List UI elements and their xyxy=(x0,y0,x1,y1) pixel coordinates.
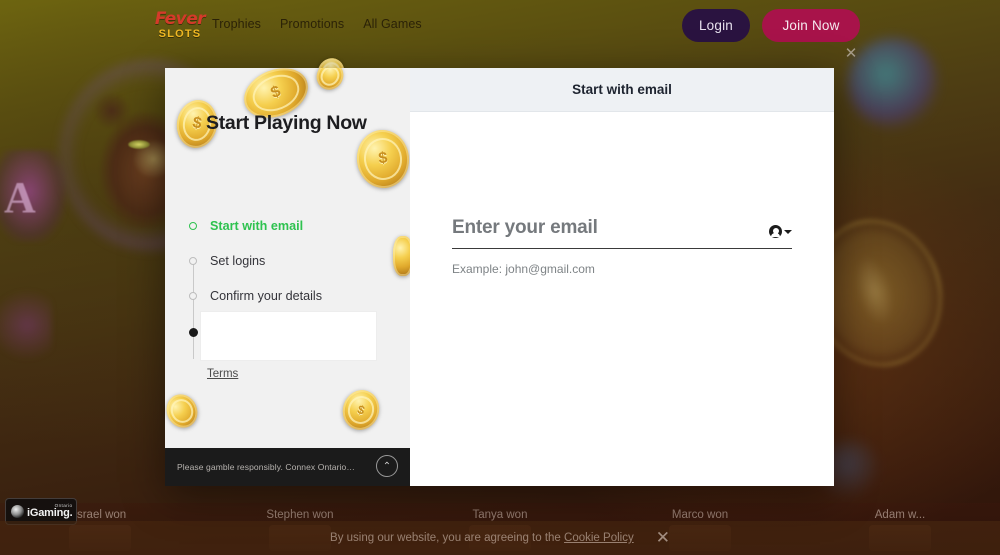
form-body: Example: john@gmail.com xyxy=(410,112,834,486)
stepper-step-set-logins[interactable]: Set logins xyxy=(189,243,410,278)
stepper-step-label: Start with email xyxy=(210,218,304,233)
winner-name: Israel won xyxy=(73,509,127,521)
page-root: A $ $ $ $ Fever SLOTS Trophies Promotion… xyxy=(0,0,1000,555)
registration-modal: $ $ $ $ Start Playing Now Start with ema… xyxy=(165,68,834,486)
igaming-logo-icon xyxy=(11,505,24,518)
wolf-eye-highlight xyxy=(128,140,150,149)
page-title: Start Playing Now xyxy=(206,112,367,134)
logo-word-fever: Fever xyxy=(154,8,206,29)
form-header: Start with email xyxy=(410,68,834,112)
login-button[interactable]: Login xyxy=(682,9,750,42)
nav-item-trophies[interactable]: Trophies xyxy=(212,17,261,31)
nav-item-all-games[interactable]: All Games xyxy=(363,17,422,31)
email-field[interactable] xyxy=(452,217,769,239)
terms-link[interactable]: Terms xyxy=(207,368,238,380)
winner-name: Marco won xyxy=(671,509,729,521)
cookie-policy-link[interactable]: Cookie Policy xyxy=(564,532,634,544)
modal-promo-panel: $ $ $ $ Start Playing Now Start with ema… xyxy=(165,68,410,486)
winner-name: Adam w... xyxy=(874,509,926,521)
step-dot-icon xyxy=(189,328,198,338)
stepper-step-label: Set logins xyxy=(210,253,266,268)
stepper-step-label: Confirm your details xyxy=(210,288,322,303)
scroll-to-top-icon[interactable]: ⌃ xyxy=(376,455,398,477)
promo-offer-card xyxy=(200,311,377,361)
form-header-title: Start with email xyxy=(572,82,672,97)
cookie-close-icon[interactable]: ✕ xyxy=(656,529,670,547)
email-example-hint: Example: john@gmail.com xyxy=(452,262,595,276)
winner-name: Tanya won xyxy=(472,509,528,521)
close-icon[interactable]: ✕ xyxy=(842,44,860,62)
modal-form-panel: Start with email Example: john@gmail.com xyxy=(410,68,834,486)
responsible-gaming-note: Please gamble responsibly. Connex Ontari… xyxy=(177,462,357,472)
nav-item-promotions[interactable]: Promotions xyxy=(280,17,344,31)
site-header: Fever SLOTS Trophies Promotions All Game… xyxy=(0,0,1000,50)
slot-symbol-letter: A xyxy=(4,173,36,222)
header-actions: Login Join Now xyxy=(682,9,860,42)
responsible-gaming-footer: Please gamble responsibly. Connex Ontari… xyxy=(165,448,410,486)
cookie-text-before: By using our website, you are agreeing t… xyxy=(330,532,565,544)
chevron-down-icon xyxy=(784,229,792,234)
slot-symbol-left-lower xyxy=(0,290,52,360)
cookie-consent-text: By using our website, you are agreeing t… xyxy=(330,532,634,544)
person-icon xyxy=(769,225,782,238)
step-dot-icon xyxy=(189,221,197,230)
coin-decoration xyxy=(311,68,349,95)
igaming-label-group: Ontario iGaming. xyxy=(27,503,73,520)
step-dot-icon xyxy=(189,256,197,265)
winner-name: Stephen won xyxy=(266,509,334,521)
email-field-wrapper xyxy=(452,217,792,249)
contact-autofill-icon[interactable] xyxy=(769,225,792,239)
stepper-step-confirm-details[interactable]: Confirm your details xyxy=(189,278,410,313)
igaming-name-label: iGaming. xyxy=(27,507,73,520)
stepper-rail xyxy=(192,261,194,360)
site-logo[interactable]: Fever SLOTS xyxy=(152,6,208,44)
slot-symbol-left xyxy=(0,150,66,242)
step-dot-icon xyxy=(189,291,197,300)
stepper-step-start-with-email[interactable]: Start with email xyxy=(189,208,410,243)
teal-orb-decoration xyxy=(848,38,938,128)
logo-word-slots: SLOTS xyxy=(158,27,202,40)
cookie-consent-bar: By using our website, you are agreeing t… xyxy=(0,521,1000,555)
main-nav: Trophies Promotions All Games xyxy=(212,17,422,31)
coin-decoration xyxy=(165,389,203,433)
coin-decoration: $ xyxy=(337,385,385,435)
coin-decoration: $ xyxy=(354,127,410,191)
join-now-button[interactable]: Join Now xyxy=(762,9,860,42)
